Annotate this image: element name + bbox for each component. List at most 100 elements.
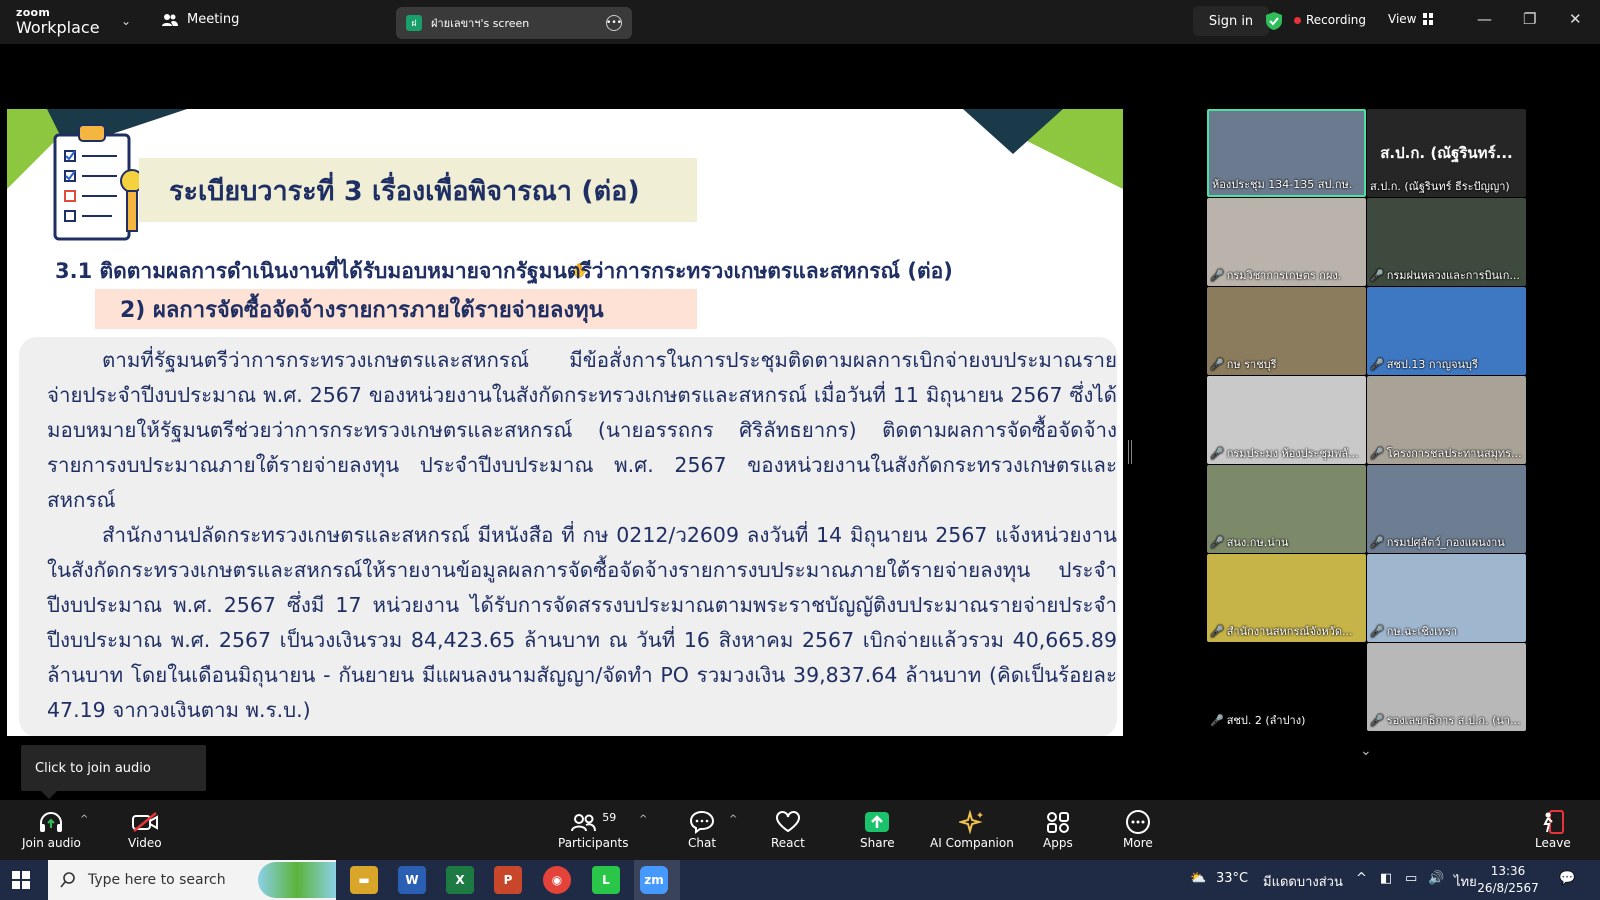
participant-tile[interactable]: 🎤 สำนักงานสหกรณ์จังหวัด...: [1207, 554, 1366, 642]
join-audio-label: Join audio: [22, 836, 81, 850]
participant-name-label: ห้องประชุม 134-135 สป.กษ.: [1212, 175, 1361, 193]
sign-in-button[interactable]: Sign in: [1193, 6, 1269, 36]
participant-name: กรมประมง ห้องประชุมพลั...: [1226, 447, 1359, 460]
video-off-icon: [131, 808, 159, 836]
leave-button[interactable]: Leave: [1535, 808, 1571, 850]
apps-button[interactable]: Apps: [1043, 808, 1073, 850]
mic-muted-icon: 🎤: [1370, 713, 1384, 727]
mic-muted-icon: 🎤: [1370, 446, 1384, 460]
participant-name: สำนักงานสหกรณ์จังหวัด...: [1226, 625, 1353, 638]
word-icon[interactable]: W: [398, 866, 426, 894]
more-button[interactable]: More: [1123, 808, 1153, 850]
participant-tile[interactable]: 🎤 รองเลขาธิการ ส.ป.ก. (นา...: [1367, 643, 1526, 731]
chevron-up-icon[interactable]: ^: [1356, 871, 1367, 886]
title-bar: zoom Workplace ⌄ Meeting ฝ ฝ่ายเลขาฯ's s…: [0, 0, 1600, 44]
participant-tile[interactable]: 🎤 สนง.กษ.น่าน: [1207, 465, 1366, 553]
join-audio-button[interactable]: Join audio: [22, 808, 81, 850]
participant-name: สนง.กษ.น่าน: [1226, 536, 1289, 549]
network-icon[interactable]: ◧: [1380, 871, 1392, 886]
windows-start-icon[interactable]: [12, 871, 30, 889]
view-button[interactable]: View: [1388, 12, 1434, 26]
participant-name: รองเลขาธิการ ส.ป.ก. (นา...: [1386, 714, 1521, 727]
more-label: More: [1123, 836, 1153, 850]
participant-name-label: 🎤 สชป.13 กาญจนบุรี: [1370, 355, 1523, 373]
close-icon[interactable]: ✕: [1569, 10, 1582, 28]
recording-indicator[interactable]: Recording: [1294, 13, 1366, 27]
shared-screen-slide: ระเบียบวาระที่ 3 เรื่องเพื่อพิจารณา (ต่อ…: [7, 109, 1123, 736]
restore-icon[interactable]: ❐: [1523, 10, 1536, 28]
heart-icon: [775, 808, 801, 836]
excel-icon[interactable]: X: [446, 866, 474, 894]
screen-share-pill[interactable]: ฝ ฝ่ายเลขาฯ's screen •••: [396, 7, 632, 39]
display-icon[interactable]: ▭: [1405, 871, 1417, 886]
chat-options-caret-icon[interactable]: ^: [729, 814, 737, 825]
clock-time: 13:36: [1490, 864, 1526, 878]
search-highlight-image: [258, 862, 336, 898]
file-explorer-icon[interactable]: ▬: [350, 866, 378, 894]
participant-tile[interactable]: 🎤 โครงการชลประทานสมุทร...: [1367, 376, 1526, 464]
chat-button[interactable]: Chat: [688, 808, 716, 850]
chevron-down-icon[interactable]: ⌄: [1360, 743, 1372, 759]
participant-name-label: 🎤 กรมปศุสัตว์_กองแผนงาน: [1370, 533, 1523, 551]
participant-name-label: 🎤 สชป. 2 (ลำปาง): [1210, 711, 1363, 729]
participant-tile[interactable]: 🎤 กรมฝนหลวงและการบินเก...: [1367, 198, 1526, 286]
clipboard-checklist-icon: [53, 124, 144, 241]
line-icon[interactable]: L: [592, 866, 620, 894]
participant-tile[interactable]: 🎤 สชป.13 กาญจนบุรี: [1367, 287, 1526, 375]
taskbar-search-box[interactable]: Type here to search: [48, 860, 336, 900]
video-button[interactable]: Video: [128, 808, 162, 850]
share-button[interactable]: Share: [860, 808, 895, 850]
panel-resize-handle[interactable]: [1128, 440, 1132, 464]
participant-tile[interactable]: 🎤 กษ.ฉะเชิงเทรา: [1367, 554, 1526, 642]
react-button[interactable]: React: [771, 808, 805, 850]
notification-icon[interactable]: 💬: [1559, 871, 1575, 886]
shield-check-icon[interactable]: [1265, 11, 1283, 31]
participants-count: 59: [602, 810, 617, 824]
participant-name: กษ ราชบุรี: [1226, 358, 1277, 371]
participants-label: Participants: [558, 836, 629, 850]
participant-tile[interactable]: 🎤 กรมประมง ห้องประชุมพลั...: [1207, 376, 1366, 464]
participant-name-label: 🎤 กรมฝนหลวงและการบินเก...: [1370, 266, 1523, 284]
participant-tile[interactable]: 🎤 กรมวิชาการเกษตร กผง.: [1207, 198, 1366, 286]
more-options-icon[interactable]: •••: [606, 15, 622, 31]
participant-tile[interactable]: 🎤 กษ ราชบุรี: [1207, 287, 1366, 375]
weather-icon[interactable]: ⛅: [1190, 871, 1206, 886]
screen-share-label: ฝ่ายเลขาฯ's screen: [431, 17, 530, 30]
participant-tile[interactable]: ห้องประชุม 134-135 สป.กษ.: [1207, 109, 1366, 197]
participant-name: ห้องประชุม 134-135 สป.กษ.: [1212, 178, 1353, 191]
participant-tile[interactable]: ส.ป.ก. (ณัฐรินทร์... ส.ป.ก. (ณัฐรินทร์ ธี…: [1367, 109, 1526, 197]
volume-icon[interactable]: 🔊: [1428, 871, 1444, 886]
ai-companion-button[interactable]: AI Companion: [930, 808, 1014, 850]
zoom-logo: zoom Workplace: [16, 7, 100, 36]
participant-name-label: 🎤 กรมวิชาการเกษตร กผง.: [1210, 266, 1363, 284]
share-screen-icon: [864, 808, 890, 836]
weather-desc[interactable]: มีแดดบางส่วน: [1263, 871, 1343, 892]
participant-name: โครงการชลประทานสมุทร...: [1386, 447, 1522, 460]
powerpoint-icon[interactable]: P: [494, 866, 522, 894]
chevron-down-icon[interactable]: ⌄: [121, 14, 131, 28]
mic-muted-icon: 🎤: [1210, 357, 1224, 371]
participant-name: ส.ป.ก. (ณัฐรินทร์ ธีระปัญญา): [1370, 180, 1510, 193]
participants-button[interactable]: 59 Participants: [558, 808, 629, 851]
recording-label: Recording: [1306, 13, 1367, 27]
participants-options-caret-icon[interactable]: ^: [639, 814, 647, 825]
view-label: View: [1388, 12, 1417, 26]
share-screen-icon: ฝ: [406, 15, 422, 31]
leave-label: Leave: [1535, 836, 1571, 850]
participant-name-label: 🎤 สนง.กษ.น่าน: [1210, 533, 1363, 551]
meeting-label: Meeting: [187, 12, 240, 27]
mic-muted-icon: 🎤: [1210, 535, 1224, 549]
chrome-icon[interactable]: ◉: [543, 866, 571, 894]
taskbar-clock[interactable]: 13:36 26/8/2567: [1470, 863, 1546, 897]
minimize-icon[interactable]: —: [1477, 10, 1492, 28]
logo-line1: zoom: [16, 6, 51, 19]
apps-label: Apps: [1043, 836, 1073, 850]
participant-name-label: ส.ป.ก. (ณัฐรินทร์ ธีระปัญญา): [1370, 177, 1523, 195]
audio-options-caret-icon[interactable]: ^: [80, 814, 88, 825]
weather-temp[interactable]: 33°C: [1216, 871, 1248, 886]
participant-name-label: 🎤 กรมประมง ห้องประชุมพลั...: [1210, 444, 1363, 462]
slide-title: ระเบียบวาระที่ 3 เรื่องเพื่อพิจารณา (ต่อ…: [139, 158, 697, 222]
meeting-info-button[interactable]: Meeting: [162, 12, 239, 27]
participant-tile[interactable]: 🎤 กรมปศุสัตว์_กองแผนงาน: [1367, 465, 1526, 553]
participant-tile[interactable]: 🎤 สชป. 2 (ลำปาง): [1207, 643, 1366, 731]
